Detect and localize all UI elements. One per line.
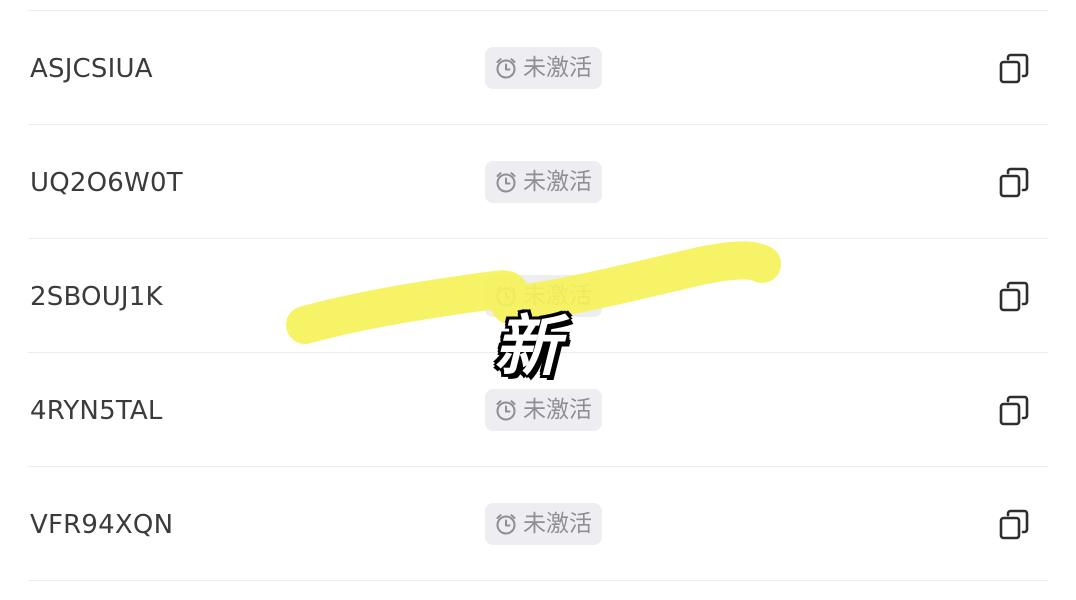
code-row: 4RYN5TAL 未激活	[28, 353, 1048, 467]
status-label: 未激活	[523, 55, 592, 81]
status-label: 未激活	[523, 511, 592, 537]
clock-icon	[496, 400, 516, 421]
code-row: 2SBOUJ1K 未激活	[28, 239, 1048, 353]
clock-icon	[496, 58, 516, 79]
status-label: 未激活	[523, 283, 592, 309]
code-list: ASJCSIUA 未激活 UQ2O6W0T 未激活 2SBOUJ1K 未激活 4…	[28, 10, 1048, 581]
clock-icon	[496, 514, 516, 535]
copy-icon	[999, 509, 1029, 540]
copy-button[interactable]	[996, 507, 1032, 543]
code-text: 2SBOUJ1K	[30, 282, 163, 312]
status-badge: 未激活	[485, 161, 602, 203]
copy-icon	[999, 167, 1029, 198]
code-text: ASJCSIUA	[30, 54, 153, 84]
copy-icon	[999, 281, 1029, 312]
copy-button[interactable]	[996, 393, 1032, 429]
status-badge: 未激活	[485, 275, 602, 317]
activation-code-page: ASJCSIUA 未激活 UQ2O6W0T 未激活 2SBOUJ1K 未激活 4…	[0, 0, 1076, 600]
copy-button[interactable]	[996, 51, 1032, 87]
copy-icon	[999, 395, 1029, 426]
code-row: UQ2O6W0T 未激活	[28, 125, 1048, 239]
status-badge: 未激活	[485, 47, 602, 89]
copy-icon	[999, 53, 1029, 84]
status-badge: 未激活	[485, 389, 602, 431]
code-text: VFR94XQN	[30, 510, 174, 540]
copy-button[interactable]	[996, 279, 1032, 315]
status-badge: 未激活	[485, 503, 602, 545]
clock-icon	[496, 286, 516, 307]
code-row: ASJCSIUA 未激活	[28, 11, 1048, 125]
code-text: UQ2O6W0T	[30, 168, 183, 198]
clock-icon	[496, 172, 516, 193]
code-row: VFR94XQN 未激活	[28, 467, 1048, 581]
copy-button[interactable]	[996, 165, 1032, 201]
code-text: 4RYN5TAL	[30, 396, 163, 426]
status-label: 未激活	[523, 397, 592, 423]
status-label: 未激活	[523, 169, 592, 195]
